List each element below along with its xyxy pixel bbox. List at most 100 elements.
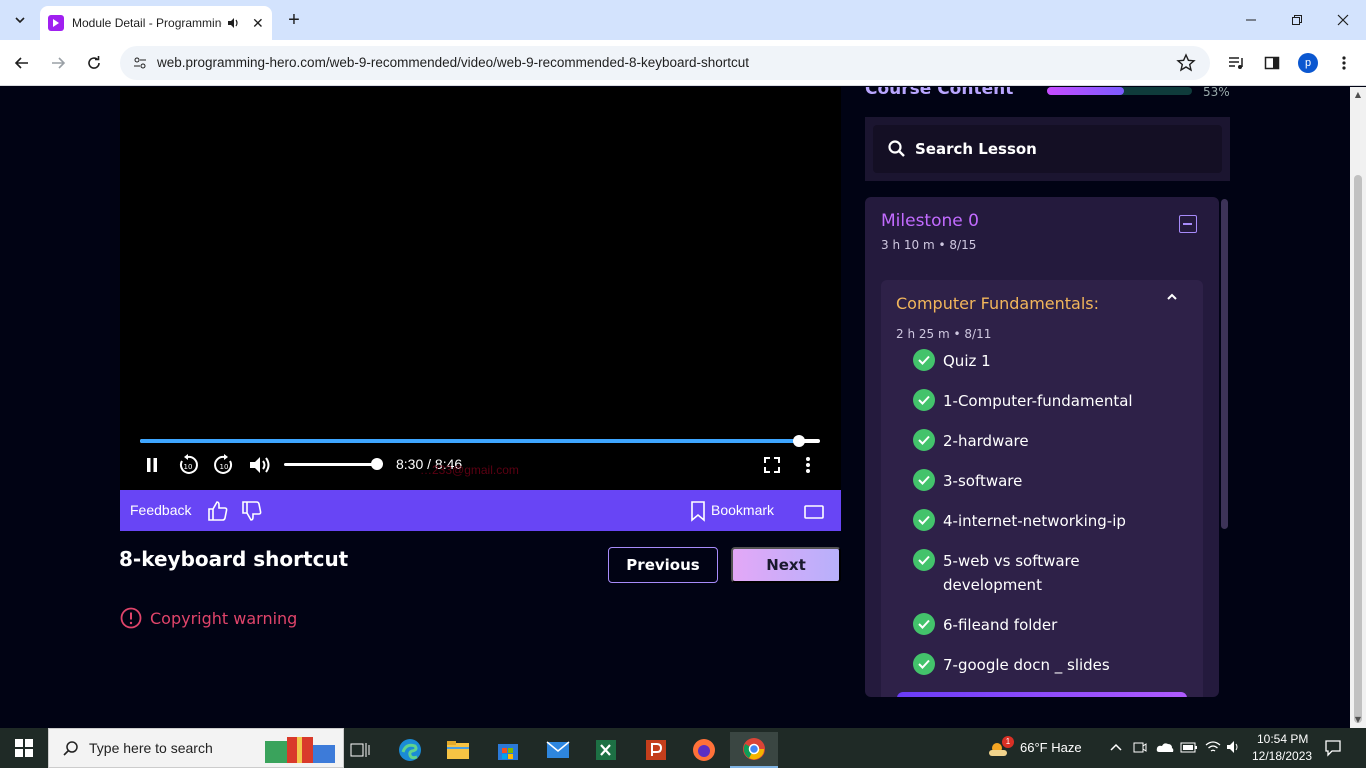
thumbs-up-icon[interactable]: [206, 499, 230, 523]
chevron-up-icon[interactable]: [1110, 742, 1122, 752]
chrome-taskbar-icon[interactable]: [730, 732, 778, 768]
media-controls-icon[interactable]: [1224, 51, 1248, 75]
bookmark-button[interactable]: Bookmark: [711, 502, 774, 518]
wifi-icon[interactable]: [1205, 740, 1221, 754]
tab-close-icon[interactable]: ✕: [252, 15, 264, 32]
separator-dot: •: [938, 238, 950, 252]
notifications-icon[interactable]: [1324, 739, 1342, 757]
volume-icon[interactable]: [248, 453, 272, 477]
taskbar-search-box[interactable]: Type here to search: [48, 728, 344, 768]
video-more-options-icon[interactable]: [796, 453, 820, 477]
forward-arrow-icon[interactable]: [46, 51, 70, 75]
list-item[interactable]: 4-internet-networking-ip: [913, 509, 1163, 533]
video-progress-bar[interactable]: [140, 435, 820, 447]
browser-tab[interactable]: Module Detail - Programming Hero ✕: [40, 6, 272, 40]
meet-now-icon[interactable]: [1133, 740, 1147, 756]
firefox-icon[interactable]: [680, 732, 728, 768]
battery-icon[interactable]: [1180, 741, 1198, 753]
module-duration: 2 h 25 m: [896, 327, 950, 341]
copyright-warning-label: Copyright warning: [150, 608, 298, 628]
bookmark-icon[interactable]: [686, 499, 710, 523]
profile-avatar[interactable]: p: [1298, 53, 1318, 73]
edge-browser-icon[interactable]: [386, 732, 434, 768]
warning-circle-icon: [120, 607, 142, 629]
milestone-panel: Milestone 0 3 h 10 m • 8/15 Computer Fun…: [865, 197, 1219, 697]
rewind-10-icon[interactable]: 10: [176, 453, 200, 477]
list-item[interactable]: 5-web vs software development: [913, 549, 1163, 597]
weather-alert-badge: 1: [1002, 736, 1014, 748]
chevron-up-icon[interactable]: [1165, 290, 1179, 304]
lesson-label: 4-internet-networking-ip: [943, 512, 1126, 530]
weather-text[interactable]: 66°F Haze: [1020, 740, 1082, 755]
bookmark-star-icon[interactable]: [1176, 53, 1196, 73]
pause-icon[interactable]: [140, 453, 164, 477]
lesson-search-panel: Search Lesson: [865, 117, 1230, 181]
onedrive-cloud-icon[interactable]: [1156, 741, 1174, 753]
search-lesson-input[interactable]: Search Lesson: [873, 125, 1222, 173]
forward-10-icon[interactable]: 10: [212, 453, 236, 477]
restore-icon[interactable]: [1274, 0, 1320, 40]
check-circle-icon: [913, 653, 935, 675]
minimize-icon[interactable]: [1228, 0, 1274, 40]
list-item[interactable]: Quiz 1: [913, 349, 1163, 373]
theater-mode-icon[interactable]: [802, 499, 826, 523]
task-view-icon[interactable]: [336, 732, 384, 768]
milestone-scrollbar[interactable]: [1221, 199, 1228, 529]
next-button[interactable]: Next: [731, 547, 841, 583]
check-circle-icon: [913, 389, 935, 411]
video-player[interactable]: 10 10 8:30 / 8:46 …233@gmail.com: [120, 87, 841, 490]
volume-knob[interactable]: [371, 458, 383, 470]
site-info-icon[interactable]: [132, 55, 148, 71]
copyright-warning[interactable]: Copyright warning: [120, 607, 297, 629]
video-progress-knob[interactable]: [792, 435, 805, 447]
module-meta: 2 h 25 m • 8/11: [896, 327, 991, 341]
page-scroll-thumb[interactable]: [1354, 175, 1362, 723]
video-progress-fill: [140, 439, 799, 443]
module-title[interactable]: Computer Fundamentals:: [896, 294, 1099, 313]
close-window-icon[interactable]: [1320, 0, 1366, 40]
page-scrollbar[interactable]: ▲ ▼: [1350, 87, 1366, 728]
check-circle-icon: [913, 429, 935, 451]
mail-icon[interactable]: [534, 732, 582, 768]
clock-date[interactable]: 12/18/2023: [1252, 749, 1312, 763]
lesson-label: 5-web vs software development: [943, 552, 1080, 594]
microsoft-store-icon[interactable]: [484, 732, 532, 768]
search-lesson-placeholder: Search Lesson: [915, 140, 1037, 158]
back-arrow-icon[interactable]: [10, 51, 34, 75]
check-circle-icon: [913, 549, 935, 571]
chrome-menu-icon[interactable]: [1332, 51, 1356, 75]
tab-search-chevron-icon[interactable]: [8, 8, 32, 32]
lesson-label: 1-Computer-fundamental: [943, 392, 1133, 410]
list-item[interactable]: 1-Computer-fundamental: [913, 389, 1163, 413]
video-watermark: …233@gmail.com: [420, 463, 519, 477]
address-bar[interactable]: web.programming-hero.com/web-9-recommend…: [120, 46, 1210, 80]
windows-start-icon[interactable]: [0, 730, 48, 766]
lesson-label: 2-hardware: [943, 432, 1029, 450]
gift-boxes-icon: [265, 737, 335, 763]
lesson-label: 3-software: [943, 472, 1023, 490]
file-explorer-icon[interactable]: [434, 732, 482, 768]
side-panel-icon[interactable]: [1260, 51, 1284, 75]
scroll-down-icon[interactable]: ▼: [1353, 715, 1363, 725]
collapse-milestone-icon[interactable]: [1179, 215, 1197, 233]
powerpoint-icon[interactable]: [632, 732, 680, 768]
next-module-edge[interactable]: [897, 692, 1187, 697]
speaker-icon[interactable]: [1226, 740, 1242, 754]
list-item[interactable]: 2-hardware: [913, 429, 1163, 453]
previous-button[interactable]: Previous: [608, 547, 718, 583]
new-tab-button[interactable]: +: [282, 8, 306, 32]
milestone-title[interactable]: Milestone 0: [881, 211, 979, 231]
excel-icon[interactable]: [582, 732, 630, 768]
reload-icon[interactable]: [82, 51, 106, 75]
thumbs-down-icon[interactable]: [240, 499, 264, 523]
scroll-up-icon[interactable]: ▲: [1353, 90, 1363, 100]
volume-slider[interactable]: [284, 463, 378, 466]
list-item[interactable]: 7-google docn _ slides: [913, 653, 1163, 677]
windows-taskbar: Type here to search 1 66°F Haze 10:54 PM…: [0, 728, 1366, 768]
speaker-icon[interactable]: [226, 15, 242, 31]
fullscreen-icon[interactable]: [760, 453, 784, 477]
list-item[interactable]: 6-fileand folder: [913, 613, 1163, 637]
list-item[interactable]: 3-software: [913, 469, 1163, 493]
url-text[interactable]: web.programming-hero.com/web-9-recommend…: [157, 55, 749, 70]
clock-time[interactable]: 10:54 PM: [1257, 732, 1308, 746]
